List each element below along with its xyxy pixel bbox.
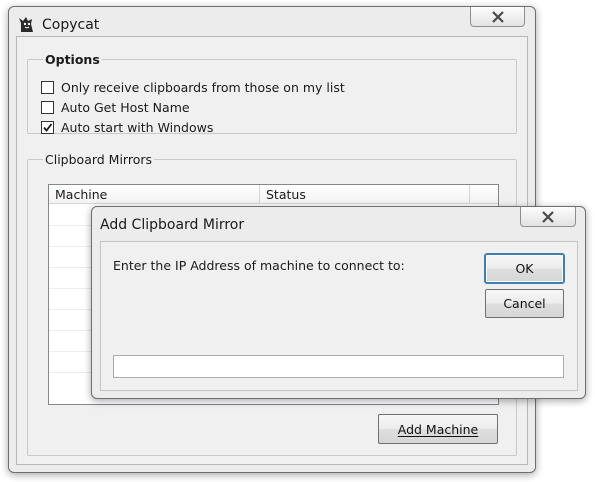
checkbox-box[interactable] [41,81,54,94]
dialog-client-area: Enter the IP Address of machine to conne… [100,241,578,391]
checkmark-icon [43,123,53,132]
column-header-status[interactable]: Status [260,185,470,204]
cancel-button[interactable]: Cancel [485,289,564,318]
auto-get-host-name-checkbox[interactable]: Auto Get Host Name [41,100,190,115]
auto-start-checkbox[interactable]: Auto start with Windows [41,120,213,135]
close-icon [542,210,554,223]
checkbox-label: Only receive clipboards from those on my… [61,80,345,95]
cancel-label: Cancel [503,296,546,311]
close-button[interactable] [470,7,525,27]
dialog-close-button[interactable] [520,207,576,227]
app-icon [17,14,37,34]
close-icon [491,10,504,23]
checkbox-label: Auto start with Windows [61,120,214,135]
window-title: Copycat [42,17,100,33]
ip-prompt-label: Enter the IP Address of machine to conne… [113,258,405,273]
column-header-filler [470,185,498,204]
options-legend: Options [45,52,100,67]
ok-label: OK [515,261,534,276]
add-clipboard-mirror-dialog: Add Clipboard Mirror Enter the IP Addres… [91,206,586,399]
checkbox-label: Auto Get Host Name [61,100,190,115]
checkbox-box[interactable] [41,101,54,114]
add-machine-button[interactable]: Add Machine [378,414,498,444]
dialog-title: Add Clipboard Mirror [100,217,245,233]
column-header-machine[interactable]: Machine [49,185,260,204]
only-receive-checkbox[interactable]: Only receive clipboards from those on my… [41,80,345,95]
checkbox-box[interactable] [41,121,54,134]
add-machine-label: Add Machine [397,421,479,437]
ok-button[interactable]: OK [485,254,564,283]
clipboard-mirrors-legend: Clipboard Mirrors [45,152,153,167]
ip-address-input[interactable] [113,355,564,378]
